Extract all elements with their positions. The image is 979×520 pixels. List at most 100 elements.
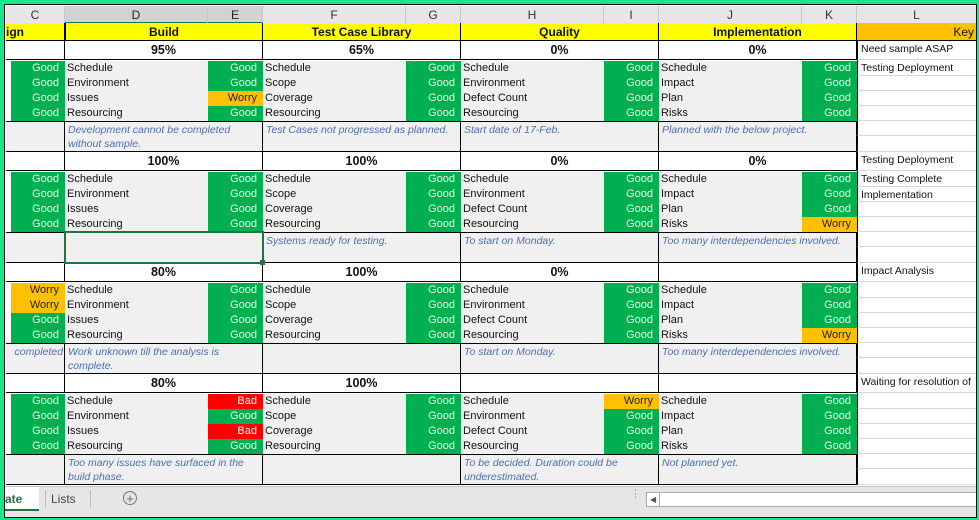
tcl-note-cell[interactable]: Systems ready for testing. (263, 232, 461, 263)
impl-status-cell[interactable]: Good (802, 106, 857, 121)
design-status-cell[interactable]: Good (11, 394, 65, 409)
plus-circle-icon[interactable]: + (123, 491, 137, 505)
key-note-cell[interactable]: Testing Complete (857, 171, 976, 187)
build-status-cell[interactable]: Good (208, 328, 263, 343)
tcl-note-cell[interactable]: Test Cases not progressed as planned. (263, 121, 461, 152)
key-note-cell[interactable]: Waiting for resolution of (857, 374, 976, 393)
build-status-cell[interactable]: Bad (208, 394, 263, 409)
fill-handle[interactable] (260, 260, 265, 265)
build-note-cell[interactable]: Development cannot be completed without … (65, 121, 263, 152)
key-note-cell[interactable] (857, 298, 976, 313)
quality-note-cell[interactable]: To start on Monday. (461, 343, 659, 374)
design-note-cell[interactable] (6, 121, 65, 152)
key-note-cell[interactable] (857, 106, 976, 121)
quality-status-cell[interactable]: Good (604, 187, 659, 202)
quality-status-cell[interactable]: Good (604, 328, 659, 343)
impl-status-cell[interactable]: Good (802, 202, 857, 217)
key-note-cell[interactable] (857, 358, 976, 374)
impl-status-cell[interactable]: Good (802, 394, 857, 409)
design-status-cell[interactable]: Good (11, 76, 65, 91)
tcl-status-cell[interactable]: Good (406, 409, 461, 424)
build-status-cell[interactable]: Good (208, 61, 263, 76)
quality-status-cell[interactable]: Worry (604, 394, 659, 409)
key-note-cell[interactable] (857, 328, 976, 343)
tcl-percent-cell[interactable]: 65% (263, 41, 461, 60)
design-note-cell[interactable]: completed (6, 343, 65, 374)
quality-note-cell[interactable]: Start date of 17-Feb. (461, 121, 659, 152)
build-status-cell[interactable]: Bad (208, 424, 263, 439)
quality-note-cell[interactable]: To be decided. Duration could be underes… (461, 454, 659, 485)
tcl-status-cell[interactable]: Good (406, 202, 461, 217)
quality-percent-cell[interactable]: 0% (461, 263, 659, 282)
impl-status-cell[interactable]: Good (802, 76, 857, 91)
tcl-status-cell[interactable]: Good (406, 283, 461, 298)
design-percent-cell[interactable] (6, 152, 65, 171)
tcl-status-cell[interactable]: Good (406, 76, 461, 91)
design-status-cell[interactable]: Good (11, 202, 65, 217)
quality-status-cell[interactable]: Good (604, 439, 659, 454)
key-note-cell[interactable] (857, 76, 976, 91)
impl-status-cell[interactable]: Worry (802, 328, 857, 343)
build-status-cell[interactable]: Good (208, 106, 263, 121)
column-header-h[interactable]: H (461, 6, 604, 24)
build-status-cell[interactable]: Good (208, 76, 263, 91)
impl-status-cell[interactable]: Worry (802, 217, 857, 232)
key-note-cell[interactable]: Need sample ASAP (857, 41, 976, 60)
impl-status-cell[interactable]: Good (802, 187, 857, 202)
sheet-tab-lists[interactable]: Lists (51, 487, 87, 511)
quality-percent-cell[interactable] (461, 374, 659, 393)
impl-status-cell[interactable]: Good (802, 61, 857, 76)
triangle-left-icon[interactable]: ◀ (650, 495, 656, 504)
impl-status-cell[interactable]: Good (802, 409, 857, 424)
column-header-f[interactable]: F (263, 6, 406, 24)
design-note-cell[interactable] (6, 232, 65, 263)
key-note-cell[interactable] (857, 439, 976, 454)
tcl-status-cell[interactable]: Good (406, 187, 461, 202)
build-note-cell[interactable]: Work unknown till the analysis is comple… (65, 343, 263, 374)
quality-status-cell[interactable]: Good (604, 313, 659, 328)
quality-status-cell[interactable]: Good (604, 202, 659, 217)
design-status-cell[interactable]: Good (11, 217, 65, 232)
build-status-cell[interactable]: Good (208, 283, 263, 298)
key-note-cell[interactable] (857, 469, 976, 485)
design-status-cell[interactable]: Good (11, 106, 65, 121)
key-note-cell[interactable]: Impact Analysis (857, 263, 976, 282)
quality-status-cell[interactable]: Good (604, 409, 659, 424)
impl-percent-cell[interactable]: 0% (659, 41, 857, 60)
build-status-cell[interactable]: Good (208, 202, 263, 217)
tcl-percent-cell[interactable]: 100% (263, 374, 461, 393)
tcl-status-cell[interactable]: Good (406, 61, 461, 76)
quality-status-cell[interactable]: Good (604, 424, 659, 439)
tcl-status-cell[interactable]: Good (406, 439, 461, 454)
quality-status-cell[interactable]: Good (604, 217, 659, 232)
design-status-cell[interactable]: Good (11, 439, 65, 454)
key-note-cell[interactable] (857, 232, 976, 247)
tcl-status-cell[interactable]: Good (406, 172, 461, 187)
key-note-cell[interactable]: Implementation (857, 187, 976, 202)
key-note-cell[interactable] (857, 217, 976, 232)
impl-note-cell[interactable]: Planned with the below project. (659, 121, 857, 152)
vertical-dots-icon[interactable]: ⋮ (630, 489, 641, 506)
tcl-status-cell[interactable]: Good (406, 217, 461, 232)
key-note-cell[interactable] (857, 282, 976, 298)
column-header-l[interactable]: L (857, 6, 976, 24)
build-percent-cell[interactable]: 80% (65, 374, 263, 393)
build-status-cell[interactable]: Worry (208, 91, 263, 106)
column-header-g[interactable]: G (406, 6, 461, 24)
build-status-cell[interactable]: Good (208, 172, 263, 187)
key-note-cell[interactable] (857, 247, 976, 263)
build-status-cell[interactable]: Good (208, 439, 263, 454)
build-status-cell[interactable]: Good (208, 187, 263, 202)
tcl-status-cell[interactable]: Good (406, 424, 461, 439)
key-note-cell[interactable] (857, 343, 976, 358)
design-status-cell[interactable]: Good (11, 187, 65, 202)
key-note-cell[interactable] (857, 121, 976, 136)
design-status-cell[interactable]: Good (11, 409, 65, 424)
quality-status-cell[interactable]: Good (604, 298, 659, 313)
key-note-cell[interactable] (857, 136, 976, 152)
impl-status-cell[interactable]: Good (802, 298, 857, 313)
tcl-status-cell[interactable]: Good (406, 394, 461, 409)
quality-status-cell[interactable]: Good (604, 172, 659, 187)
key-note-cell[interactable]: Testing Deployment (857, 152, 976, 171)
build-status-cell[interactable]: Good (208, 298, 263, 313)
